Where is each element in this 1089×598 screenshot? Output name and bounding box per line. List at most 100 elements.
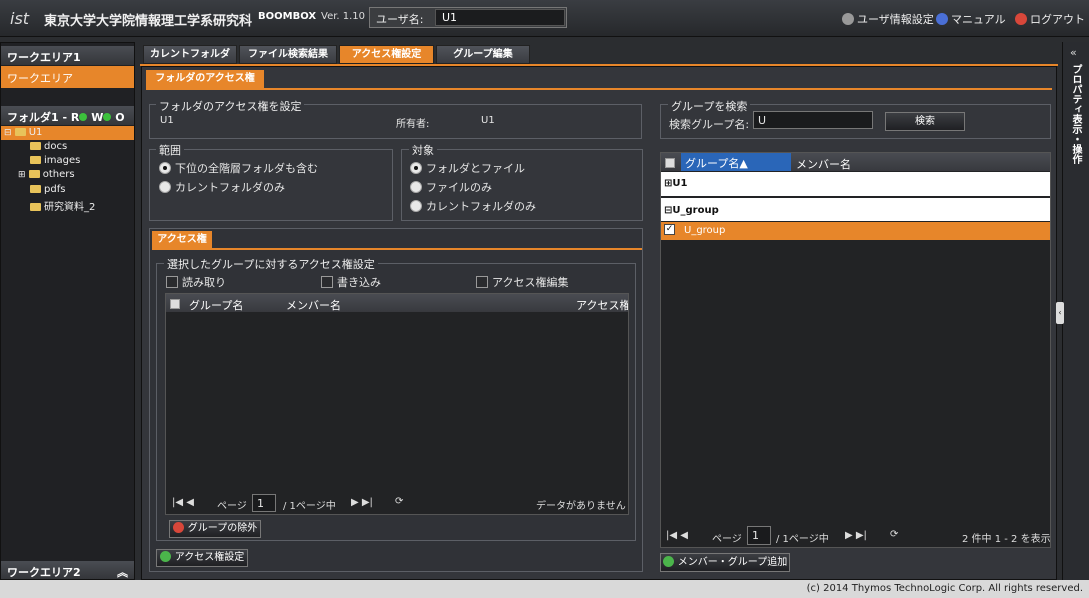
workarea2-header[interactable]: ワークエリア2 ︽: [1, 561, 134, 579]
checkbox-icon: [476, 276, 488, 288]
first-page-button[interactable]: |◀ ◀: [172, 497, 194, 508]
search-group-input[interactable]: U: [753, 111, 873, 129]
select-all-checkbox[interactable]: [170, 297, 184, 310]
permission-tab[interactable]: アクセス権: [152, 231, 212, 249]
folder-icon: [28, 170, 40, 178]
app-version: Ver. 1.10: [321, 11, 366, 22]
user-field: U1: [435, 9, 565, 26]
workarea-item[interactable]: ワークエリア: [1, 66, 134, 88]
tab-access-settings[interactable]: アクセス権設定: [339, 45, 434, 64]
folder-icon: [30, 156, 41, 164]
page-of-label: / 1ページ中: [283, 501, 336, 512]
workarea2-label: ワークエリア2: [7, 566, 81, 579]
page-label: ページ: [217, 501, 247, 512]
permission-tab-underline: [152, 248, 642, 250]
tree-item-pdfs[interactable]: pdfs: [30, 184, 65, 198]
perm-o: O: [115, 111, 125, 124]
tree-label: U1: [28, 127, 43, 138]
col-member[interactable]: メンバー名: [796, 156, 851, 172]
tab-group-edit[interactable]: グループ編集: [436, 45, 530, 64]
app-name: BOOMBOX: [258, 11, 317, 22]
check-icon: [159, 551, 171, 562]
last-page-button[interactable]: ▶ ▶|: [351, 497, 373, 508]
group-row-ugroup[interactable]: [661, 198, 1050, 221]
tree-item-research[interactable]: 研究資料_2: [30, 198, 96, 213]
user-settings-link[interactable]: ユーザ情報設定: [842, 11, 934, 27]
target-option-both[interactable]: フォルダとファイル: [410, 160, 525, 176]
tab-current-folder[interactable]: カレントフォルダ: [143, 45, 237, 64]
subtab-folder-access[interactable]: フォルダのアクセス権: [146, 70, 264, 88]
tree-item-images[interactable]: images: [30, 155, 80, 169]
subtab-underline: [146, 88, 1052, 90]
target-title: 対象: [409, 142, 437, 158]
group-last-page-button[interactable]: ▶ ▶|: [845, 530, 867, 541]
plus-icon: [662, 556, 674, 567]
col-group-name[interactable]: グループ名: [189, 297, 243, 313]
check-icon: [79, 113, 88, 121]
add-member-group-button[interactable]: メンバー・グループ追加: [660, 553, 790, 572]
tree-item-others[interactable]: ⊞ others: [18, 169, 75, 183]
tree-item-u1[interactable]: ⊟ U1: [4, 127, 42, 141]
col-member-name[interactable]: メンバー名: [286, 297, 341, 313]
checked-checkbox-icon[interactable]: ✓: [664, 224, 675, 235]
col-group-name-sorted[interactable]: グループ名▲: [681, 153, 791, 171]
group-row-u1-label[interactable]: ⊞U1: [664, 178, 687, 189]
checkbox-icon: [170, 299, 180, 309]
remove-group-label: グループの除外: [187, 523, 258, 534]
target-option-label: ファイルのみ: [426, 181, 492, 194]
group-row-text: U1: [672, 178, 688, 189]
radio-icon: [159, 181, 171, 193]
tree-label: others: [42, 169, 75, 180]
target-option-files[interactable]: ファイルのみ: [410, 179, 492, 195]
add-member-group-label: メンバー・グループ追加: [677, 557, 788, 568]
scope-title: 範囲: [156, 142, 184, 158]
perm-write[interactable]: 書き込み: [321, 274, 381, 290]
access-section-title: フォルダのアクセス権を設定: [156, 98, 305, 114]
remove-group-button[interactable]: グループの除外: [169, 520, 261, 538]
radio-icon: [159, 162, 171, 174]
collapse-handle[interactable]: ‹: [1056, 302, 1064, 324]
target-option-label: カレントフォルダのみ: [426, 200, 536, 213]
chevron-up-icon[interactable]: ︽: [117, 564, 128, 580]
scope-option-label: 下位の全階層フォルダも含む: [175, 162, 318, 175]
scope-option-current[interactable]: カレントフォルダのみ: [159, 179, 285, 195]
tree-item-docs[interactable]: docs: [30, 141, 67, 155]
checkbox-icon: [665, 158, 675, 168]
target-option-label: フォルダとファイル: [426, 162, 525, 175]
target-option-current[interactable]: カレントフォルダのみ: [410, 198, 536, 214]
tab-file-search[interactable]: ファイル検索結果: [239, 45, 337, 64]
folder-header[interactable]: フォルダ1 - R W O: [1, 106, 134, 135]
tree-label: docs: [44, 141, 68, 152]
property-sidebar-label: プロパティ表示・操作: [1070, 64, 1081, 164]
scope-option-label: カレントフォルダのみ: [175, 181, 285, 194]
checkbox-icon: [321, 276, 333, 288]
group-first-page-button[interactable]: |◀ ◀: [666, 530, 688, 541]
folder-header-label: フォルダ1 - R: [7, 111, 80, 124]
chevron-left-icon[interactable]: «: [1070, 46, 1077, 59]
group-row-ugroup-label[interactable]: ⊟U_group: [664, 205, 719, 216]
set-access-button[interactable]: アクセス権設定: [156, 549, 248, 567]
page-input[interactable]: 1: [252, 494, 276, 512]
power-icon: [1015, 13, 1027, 25]
col-access[interactable]: アクセス権: [576, 297, 628, 313]
group-count: 2 件中 1 - 2 を表示: [962, 534, 1051, 545]
selected-group-label: U_group: [684, 225, 726, 236]
workarea1-header[interactable]: ワークエリア1: [1, 46, 134, 65]
group-refresh-icon[interactable]: ⟳: [890, 529, 898, 540]
search-button[interactable]: 検索: [885, 112, 965, 131]
group-page-input[interactable]: 1: [747, 526, 771, 545]
tree-label: 研究資料_2: [44, 202, 96, 213]
refresh-icon[interactable]: ⟳: [395, 496, 403, 507]
group-search-title: グループを検索: [668, 98, 751, 114]
scope-option-all[interactable]: 下位の全階層フォルダも含む: [159, 160, 318, 176]
permission-grid: [165, 293, 629, 515]
group-select-all[interactable]: [665, 156, 679, 169]
group-row-u1[interactable]: [661, 172, 1050, 196]
group-page-label: ページ: [712, 534, 742, 545]
perm-read[interactable]: 読み取り: [166, 274, 226, 290]
perm-edit[interactable]: アクセス権編集: [476, 274, 568, 290]
manual-link[interactable]: マニュアル: [936, 11, 1006, 27]
group-page-of: / 1ページ中: [776, 534, 829, 545]
logout-link[interactable]: ログアウト: [1015, 11, 1085, 27]
search-group-label: 検索グループ名:: [669, 118, 750, 131]
